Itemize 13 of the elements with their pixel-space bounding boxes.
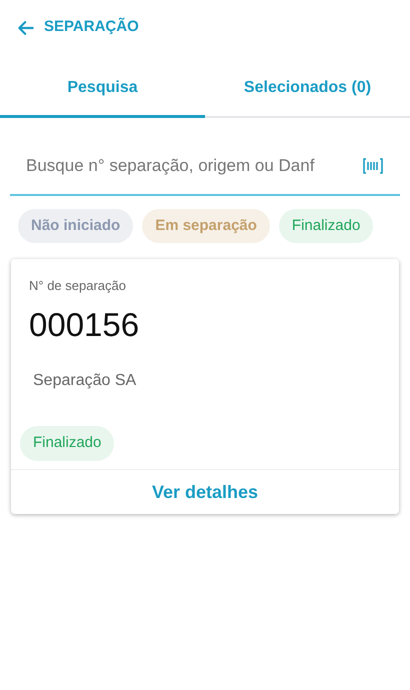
tab[interactable]: Selecionados (0) bbox=[205, 56, 410, 118]
search-field[interactable]: Busque n° separação, origem ou Danf bbox=[26, 153, 354, 179]
filter-chip[interactable]: Finalizado bbox=[278, 209, 374, 243]
tab[interactable]: Pesquisa bbox=[0, 56, 205, 118]
details-link[interactable]: Ver detalhes bbox=[152, 470, 258, 514]
separation-number: 000156 bbox=[29, 304, 140, 344]
filter-chip[interactable]: Em separação bbox=[142, 209, 270, 243]
barcode-icon[interactable] bbox=[362, 157, 384, 175]
page-title: SEPARAÇÃO bbox=[44, 16, 139, 38]
origin-text: Separação SA bbox=[33, 371, 138, 391]
filter-chip[interactable]: Não iniciado bbox=[18, 209, 134, 243]
status-badge: Finalizado bbox=[20, 426, 114, 461]
field-label: N° de separação bbox=[29, 277, 127, 295]
